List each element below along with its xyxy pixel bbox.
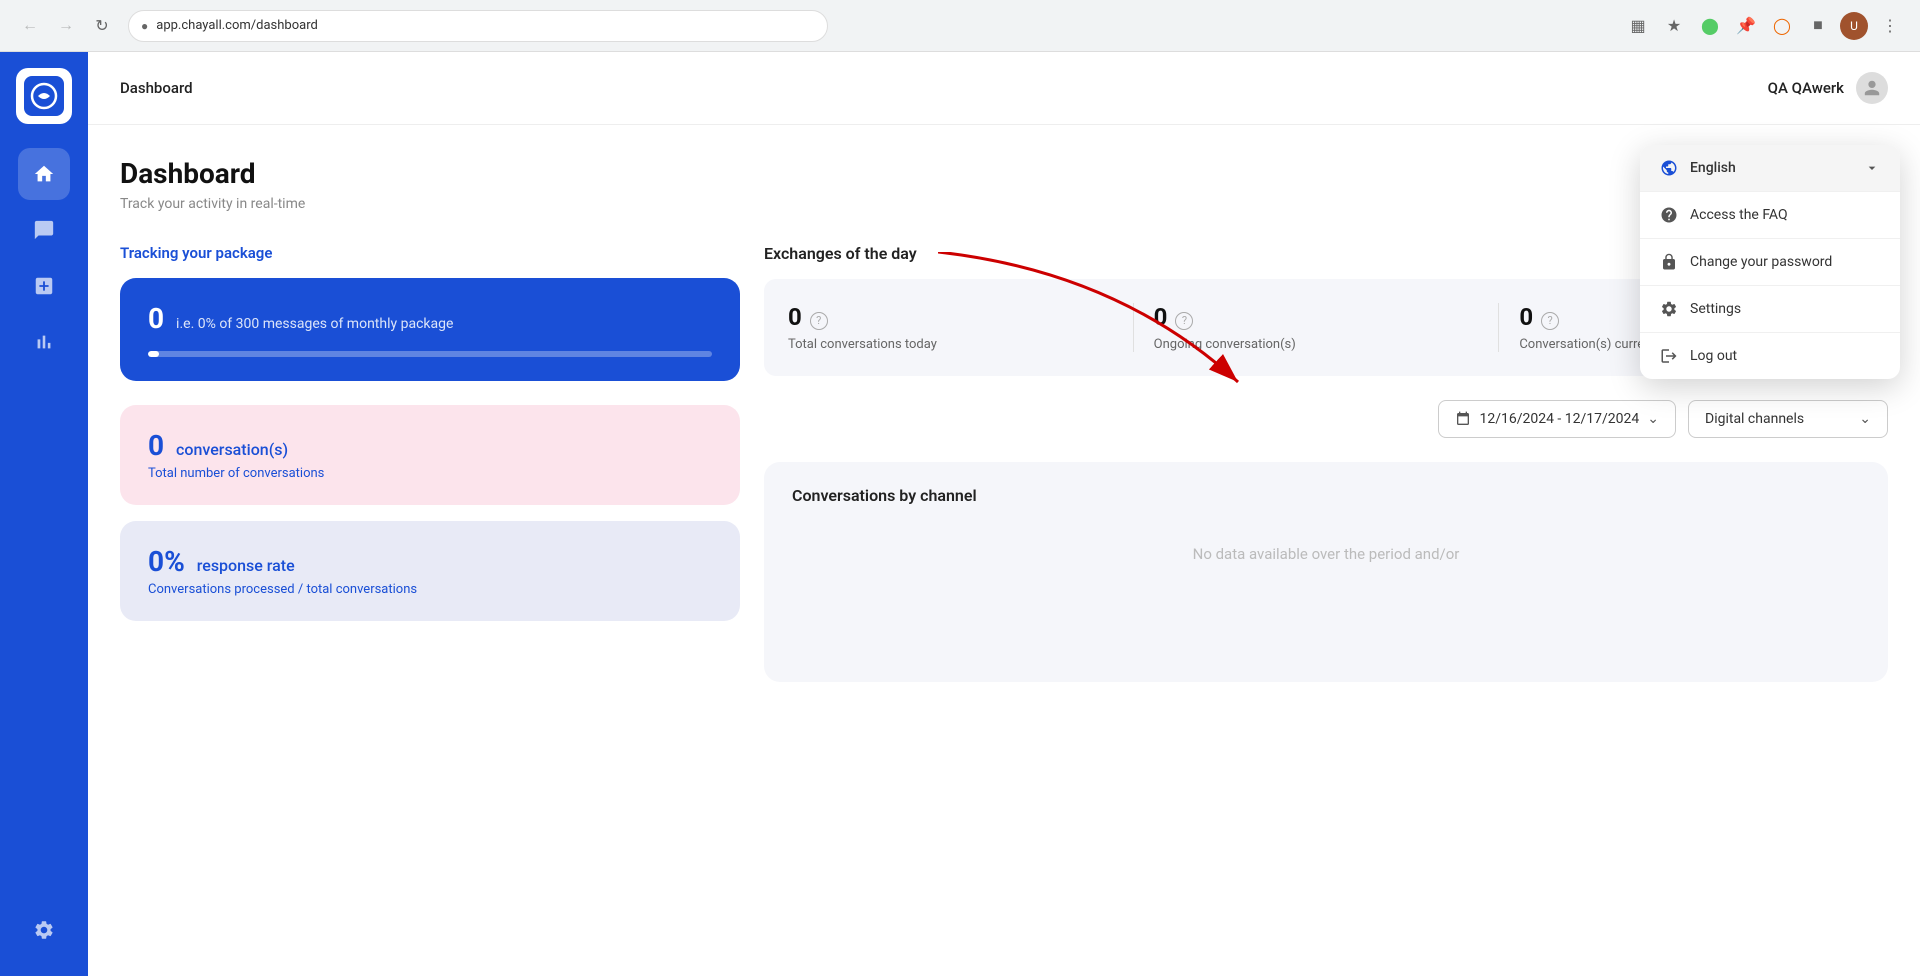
response-rate-sublabel: Conversations processed / total conversa… bbox=[148, 582, 712, 597]
channel-chevron-icon: ⌄ bbox=[1859, 411, 1871, 427]
language-label: English bbox=[1690, 160, 1736, 176]
progress-bar-bg bbox=[148, 351, 712, 357]
ongoing-info[interactable]: ? bbox=[1175, 312, 1193, 330]
cast-button[interactable]: ▦ bbox=[1624, 12, 1652, 40]
ongoing-number: 0 bbox=[1154, 303, 1168, 331]
response-rate-label: response rate bbox=[197, 556, 295, 575]
logo-circle bbox=[16, 68, 72, 124]
channel-card: Conversations by channel No data availab… bbox=[764, 462, 1888, 682]
conversations-number: 0 bbox=[148, 429, 164, 462]
main-layout: Tracking your package 0 i.e. 0% of 300 m… bbox=[120, 244, 1888, 682]
date-range-text: 12/16/2024 - 12/17/2024 bbox=[1479, 411, 1639, 427]
lock-icon bbox=[1660, 253, 1678, 271]
address-icon: ● bbox=[141, 19, 148, 33]
date-chevron-icon: ⌄ bbox=[1647, 411, 1659, 427]
reload-button[interactable]: ↻ bbox=[88, 12, 116, 40]
total-conv-info[interactable]: ? bbox=[810, 312, 828, 330]
conversations-card: 0 conversation(s) Total number of conver… bbox=[120, 405, 740, 505]
header-right: QA QAwerk bbox=[1768, 72, 1888, 104]
extension-1[interactable]: ⬤ bbox=[1696, 12, 1724, 40]
filters-row: 12/16/2024 - 12/17/2024 ⌄ Digital channe… bbox=[764, 400, 1888, 438]
dashboard-title: Dashboard bbox=[120, 157, 1888, 190]
overdue-info[interactable]: ? bbox=[1541, 312, 1559, 330]
sidebar-item-settings[interactable] bbox=[18, 904, 70, 956]
page-header-title: Dashboard bbox=[120, 79, 193, 97]
faq-label: Access the FAQ bbox=[1690, 207, 1788, 223]
conversations-sublabel: Total number of conversations bbox=[148, 466, 712, 481]
extension-2[interactable]: 📌 bbox=[1732, 12, 1760, 40]
dropdown-settings[interactable]: Settings bbox=[1640, 286, 1900, 332]
browser-actions: ▦ ★ ⬤ 📌 ◯ ■ U ⋮ bbox=[1624, 12, 1904, 40]
stat-total-conversations: 0 ? Total conversations today bbox=[788, 303, 1133, 352]
sidebar-logo bbox=[0, 52, 88, 140]
globe-icon bbox=[1660, 159, 1678, 177]
settings-icon bbox=[1660, 300, 1678, 318]
channel-title: Conversations by channel bbox=[792, 486, 1860, 505]
conversations-label: conversation(s) bbox=[176, 440, 288, 459]
user-dropdown-menu: English Access the FAQ Change your passw… bbox=[1640, 145, 1900, 379]
bookmark-button[interactable]: ★ bbox=[1660, 12, 1688, 40]
stat-ongoing: 0 ? Ongoing conversation(s) bbox=[1133, 303, 1499, 352]
page-header: Dashboard QA QAwerk bbox=[88, 52, 1920, 125]
channel-filter[interactable]: Digital channels ⌄ bbox=[1688, 400, 1888, 438]
progress-bar-fill bbox=[148, 351, 159, 357]
extension-3[interactable]: ◯ bbox=[1768, 12, 1796, 40]
sidebar-nav bbox=[0, 148, 88, 368]
overdue-number: 0 bbox=[1519, 303, 1533, 331]
user-name: QA QAwerk bbox=[1768, 79, 1844, 97]
dropdown-faq[interactable]: Access the FAQ bbox=[1640, 192, 1900, 238]
dropdown-language[interactable]: English bbox=[1640, 145, 1900, 191]
user-avatar-button[interactable] bbox=[1856, 72, 1888, 104]
response-rate-card: 0% response rate Conversations processed… bbox=[120, 521, 740, 621]
tracking-card: 0 i.e. 0% of 300 messages of monthly pac… bbox=[120, 278, 740, 381]
tracking-label: Tracking your package bbox=[120, 244, 740, 262]
app-container: Dashboard QA QAwerk Dashboard Track your… bbox=[0, 52, 1920, 976]
calendar-icon bbox=[1455, 411, 1471, 427]
total-conv-label: Total conversations today bbox=[788, 337, 1113, 352]
date-filter[interactable]: 12/16/2024 - 12/17/2024 ⌄ bbox=[1438, 400, 1676, 438]
browser-chrome: ← → ↻ ● app.chayall.com/dashboard ▦ ★ ⬤ … bbox=[0, 0, 1920, 52]
sidebar-item-chat[interactable] bbox=[18, 204, 70, 256]
sidebar bbox=[0, 52, 88, 976]
left-column: Tracking your package 0 i.e. 0% of 300 m… bbox=[120, 244, 740, 682]
channel-empty-text: No data available over the period and/or bbox=[792, 545, 1860, 563]
channel-text: Digital channels bbox=[1705, 411, 1804, 427]
settings-label: Settings bbox=[1690, 301, 1741, 317]
browser-profile[interactable]: U bbox=[1840, 12, 1868, 40]
response-rate-number: 0% bbox=[148, 545, 185, 578]
address-bar[interactable]: ● app.chayall.com/dashboard bbox=[128, 10, 828, 42]
faq-icon bbox=[1660, 206, 1678, 224]
logo-icon bbox=[24, 76, 64, 116]
sidebar-item-stats[interactable] bbox=[18, 316, 70, 368]
change-password-label: Change your password bbox=[1690, 254, 1832, 270]
forward-button[interactable]: → bbox=[52, 12, 80, 40]
language-left: English bbox=[1660, 159, 1736, 177]
browser-menu[interactable]: ⋮ bbox=[1876, 12, 1904, 40]
logout-label: Log out bbox=[1690, 348, 1737, 364]
dropdown-logout[interactable]: Log out bbox=[1640, 333, 1900, 379]
language-chevron-icon bbox=[1864, 160, 1880, 176]
sidebar-item-create[interactable] bbox=[18, 260, 70, 312]
ongoing-label: Ongoing conversation(s) bbox=[1154, 337, 1479, 352]
sidebar-item-home[interactable] bbox=[18, 148, 70, 200]
tracking-description: i.e. 0% of 300 messages of monthly packa… bbox=[176, 316, 453, 332]
dashboard-subtitle: Track your activity in real-time bbox=[120, 196, 1888, 212]
back-button[interactable]: ← bbox=[16, 12, 44, 40]
total-conv-number: 0 bbox=[788, 303, 802, 331]
url-text: app.chayall.com/dashboard bbox=[156, 18, 318, 33]
browser-nav-buttons: ← → ↻ bbox=[16, 12, 116, 40]
extensions-btn[interactable]: ■ bbox=[1804, 12, 1832, 40]
dropdown-change-password[interactable]: Change your password bbox=[1640, 239, 1900, 285]
logout-icon bbox=[1660, 347, 1678, 365]
tracking-number: 0 bbox=[148, 302, 164, 335]
